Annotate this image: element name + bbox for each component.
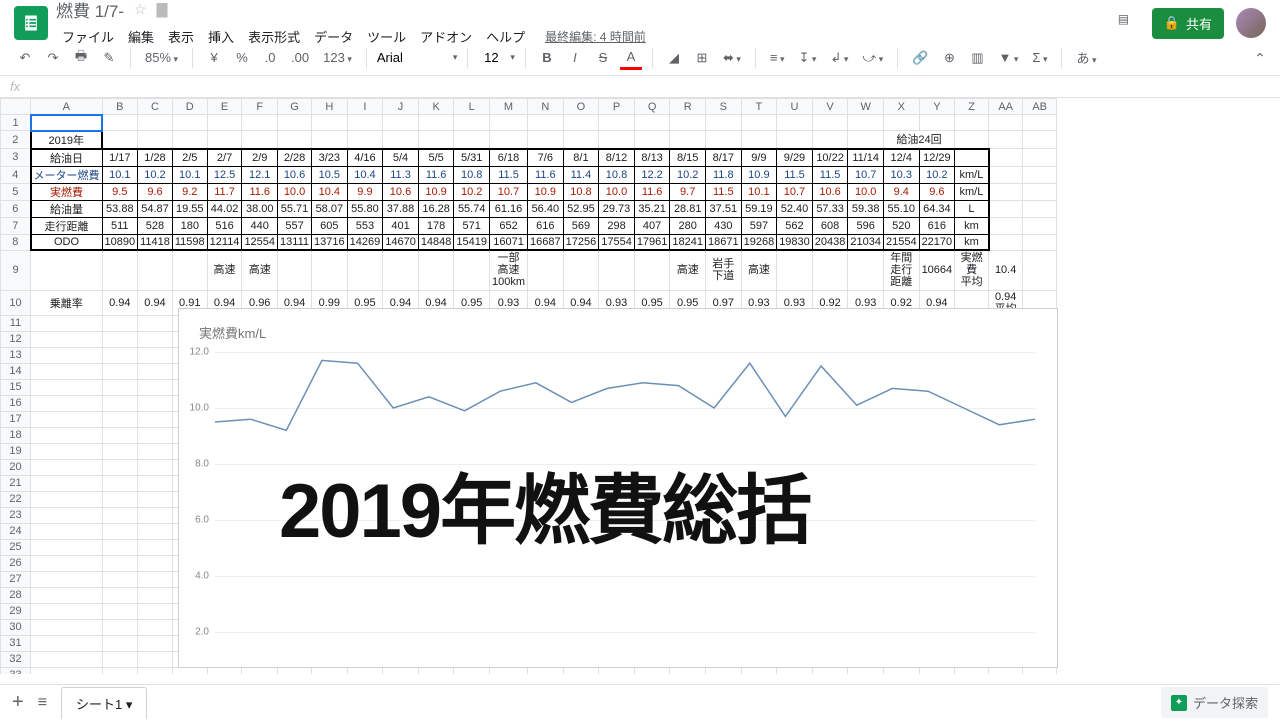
functions-icon[interactable]: Σ [1028,46,1051,69]
percent-icon[interactable]: % [231,46,253,69]
menu-ヘルプ[interactable]: ヘルプ [480,24,531,49]
redo-icon[interactable]: ↷ [42,46,64,70]
textcolor-icon[interactable]: A [620,46,642,70]
comments-icon[interactable]: ▤ [1118,12,1140,34]
undo-icon[interactable]: ↶ [14,46,36,70]
overlay-text: 2019年燃費総括 [279,449,810,559]
menu-ツール[interactable]: ツール [361,24,412,49]
valign-icon[interactable]: ↧ [795,46,821,70]
print-icon[interactable]: 🖶 [70,43,92,73]
menu-アドオン[interactable]: アドオン [414,24,478,49]
comment-icon[interactable]: ⊕ [939,46,961,70]
dec-increase-icon[interactable]: .00 [287,46,313,69]
star-icon[interactable]: ☆ [134,1,147,18]
folder-icon[interactable]: ▇ [157,1,168,18]
dec-decrease-icon[interactable]: .0 [259,46,281,69]
formula-bar[interactable]: fx [0,76,1280,98]
italic-icon[interactable]: I [564,46,586,69]
doc-title[interactable]: 燃費 1/7- [56,0,124,22]
format-select[interactable]: 123 [319,46,356,69]
cell-A1[interactable] [31,115,103,131]
zoom-select[interactable]: 85% [141,46,182,69]
share-button[interactable]: 🔒 共有 [1152,8,1224,39]
avatar[interactable] [1236,8,1266,38]
bold-icon[interactable]: B [536,46,558,69]
all-sheets-button[interactable]: ≡ [38,694,47,712]
halign-icon[interactable]: ≡ [766,46,789,69]
fill-icon[interactable]: ◢ [663,46,685,70]
collapse-icon[interactable]: ⌄ [1254,49,1266,66]
wrap-icon[interactable]: ↲ [826,46,852,70]
size-select[interactable] [478,50,504,65]
chart-icon[interactable]: ▥ [967,46,989,70]
borders-icon[interactable]: ⊞ [691,46,713,70]
font-select[interactable] [377,50,447,65]
chart[interactable]: 実燃費km/L 12.010.08.06.04.02.0 2019年燃費総括 [178,308,1058,668]
filter-icon[interactable]: ▼ [995,46,1023,69]
paint-icon[interactable]: ✎ [98,46,120,70]
ime-icon[interactable]: あ [1072,44,1100,71]
link-icon[interactable]: 🔗 [908,46,932,70]
add-sheet-button[interactable]: + [12,691,24,714]
currency-icon[interactable]: ¥ [203,46,225,69]
explore-button[interactable]: ✦データ探索 [1161,687,1268,718]
rotate-icon[interactable]: ⤻ [858,46,887,70]
sheets-logo[interactable] [14,6,48,40]
merge-icon[interactable]: ⬌ [719,46,745,70]
sheet-tabs-bar: + ≡ シート1 ▾ ✦データ探索 [0,684,1280,720]
sheet-tab[interactable]: シート1 ▾ [61,687,147,719]
strike-icon[interactable]: S [592,46,614,69]
chart-title: 実燃費km/L [179,309,1057,342]
